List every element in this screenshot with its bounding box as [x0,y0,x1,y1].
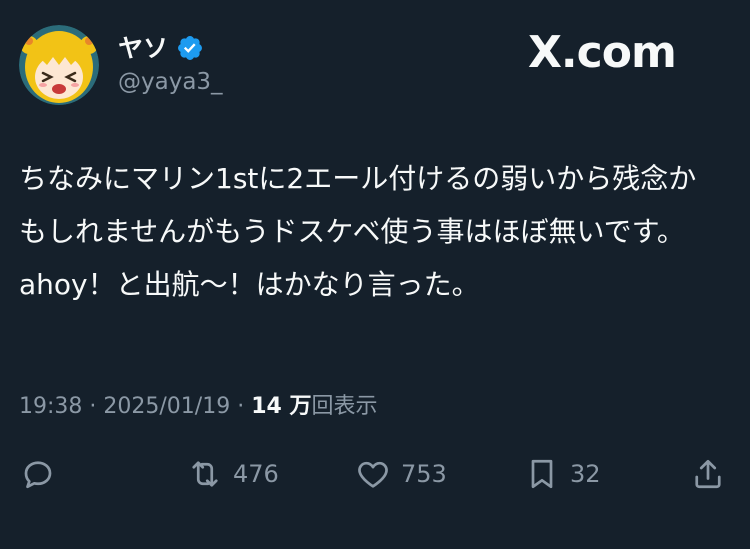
tweet-time[interactable]: 19:38 [19,394,82,419]
retweet-count: 476 [233,460,279,488]
avatar[interactable] [19,25,99,105]
action-bar: 476 753 32 [0,452,750,496]
anime-girl-avatar-icon [19,25,99,105]
heart-icon [358,461,388,488]
retweet-icon [192,461,218,487]
x-com-watermark: X.com [528,27,677,78]
meta-separator-2: · [230,394,252,419]
bookmark-button[interactable]: 32 [524,452,601,496]
reply-button[interactable] [20,452,56,496]
upload-icon [695,459,721,489]
retweet-button[interactable]: 476 [187,452,279,496]
user-handle[interactable]: @yaya3_ [118,69,223,95]
share-button[interactable] [690,452,726,496]
tweet-text: ちなみにマリン1stに2エール付けるの弱いから残念かもしれませんがもうドスケベ使… [19,162,697,301]
like-count: 753 [401,460,447,488]
views-label: 回表示 [311,394,378,419]
verified-badge-icon [176,34,204,62]
like-button[interactable]: 753 [355,452,447,496]
author-name-row[interactable]: ヤソ [118,31,204,65]
meta-separator: · [82,394,104,419]
display-name[interactable]: ヤソ [118,36,168,61]
tweet-meta: 19:38 · 2025/01/19 · 14 万回表示 [19,392,377,422]
bookmark-count: 32 [570,460,601,488]
bookmark-icon [531,459,553,489]
tweet-date[interactable]: 2025/01/19 [103,394,230,419]
speech-bubble-icon [24,461,52,489]
views-count: 14 万 [251,394,312,419]
